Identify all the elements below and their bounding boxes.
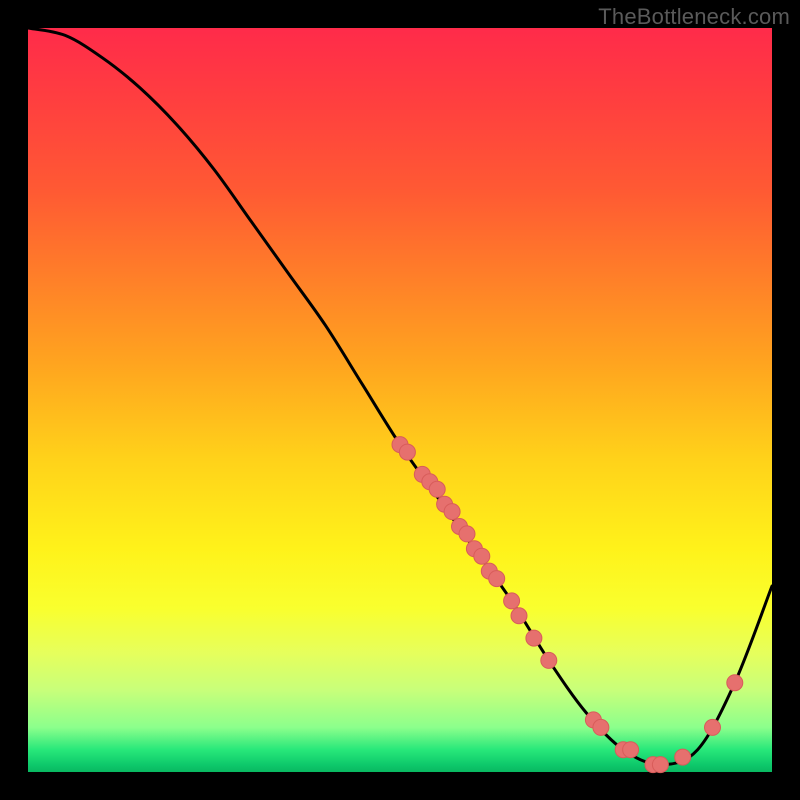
highlight-dot	[727, 675, 743, 691]
bottleneck-curve	[28, 28, 772, 765]
highlight-dot	[511, 608, 527, 624]
highlight-dot	[652, 757, 668, 773]
highlight-dot	[526, 630, 542, 646]
highlight-dots	[392, 437, 743, 773]
highlight-dot	[623, 742, 639, 758]
highlight-dot	[429, 481, 445, 497]
highlight-dot	[489, 571, 505, 587]
highlight-dot	[705, 719, 721, 735]
watermark-text: TheBottleneck.com	[598, 4, 790, 30]
highlight-dot	[504, 593, 520, 609]
chart-frame: TheBottleneck.com	[0, 0, 800, 800]
highlight-dot	[593, 719, 609, 735]
highlight-dot	[474, 548, 490, 564]
highlight-dot	[444, 504, 460, 520]
plot-area	[28, 28, 772, 772]
highlight-dot	[459, 526, 475, 542]
highlight-dot	[675, 749, 691, 765]
highlight-dot	[541, 652, 557, 668]
highlight-dot	[399, 444, 415, 460]
chart-svg	[28, 28, 772, 772]
